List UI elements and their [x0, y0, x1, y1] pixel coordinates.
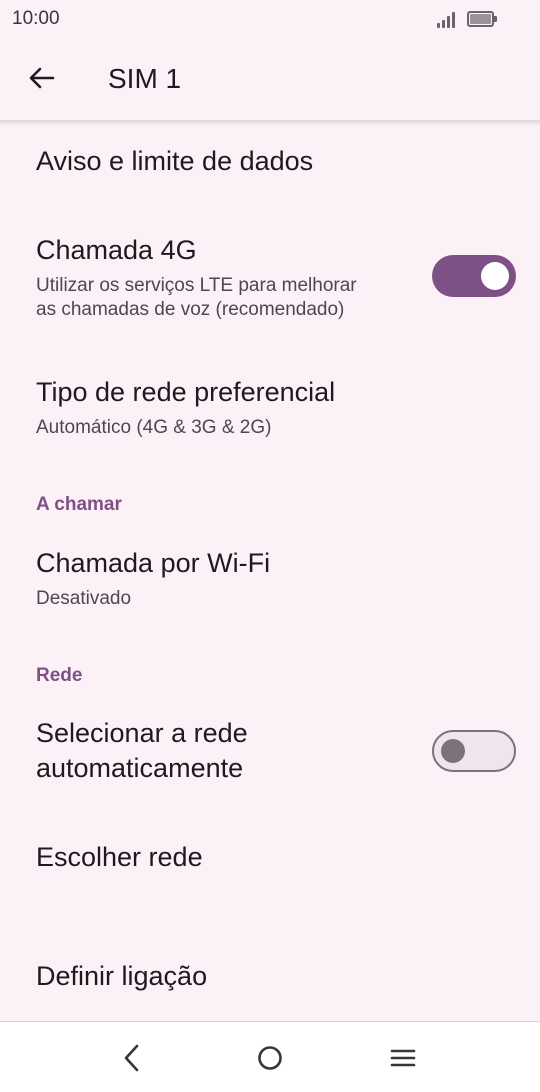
section-header-network: Rede: [36, 665, 83, 686]
signal-icon: [437, 12, 459, 28]
nav-home-icon[interactable]: [250, 1038, 290, 1078]
preferred-network-summary: Automático (4G & 3G & 2G): [36, 417, 272, 438]
call-4g-title: Chamada 4G: [36, 235, 197, 265]
nav-back-icon[interactable]: [112, 1038, 152, 1078]
page-title: SIM 1: [108, 63, 182, 94]
apn-title: Definir ligação: [36, 961, 208, 991]
toggle-knob: [441, 739, 465, 763]
auto-select-toggle[interactable]: [432, 730, 516, 772]
wifi-calling-item[interactable]: Chamada por Wi-Fi Desativado: [0, 526, 540, 636]
call-4g-summary-line2: as chamadas de voz (recomendado): [36, 299, 345, 320]
app-bar: SIM 1: [0, 38, 540, 120]
wifi-calling-summary: Desativado: [36, 588, 132, 609]
call-4g-summary-line1: Utilizar os serviços LTE para melhorar: [36, 275, 357, 296]
choose-network-item[interactable]: Escolher rede: [0, 815, 540, 905]
nav-bar: [0, 1021, 540, 1092]
auto-select-title-line1: Selecionar a rede: [36, 718, 248, 748]
status-time: 10:00: [12, 8, 60, 29]
nav-menu-icon[interactable]: [383, 1038, 423, 1078]
preferred-network-item[interactable]: Tipo de rede preferencial Automático (4G…: [0, 344, 540, 464]
battery-icon: [467, 11, 497, 27]
toggle-knob: [481, 262, 509, 290]
auto-select-network-item[interactable]: Selecionar a rede automaticamente: [0, 700, 540, 810]
status-bar: 10:00: [0, 0, 540, 38]
preferred-network-title: Tipo de rede preferencial: [36, 377, 336, 407]
apn-item[interactable]: Definir ligação: [0, 935, 540, 1021]
section-header-calling: A chamar: [36, 494, 122, 515]
wifi-calling-title: Chamada por Wi-Fi: [36, 548, 271, 578]
screen: 10:00 SIM 1 Aviso e limite de dados Cham…: [0, 0, 540, 1092]
back-arrow-icon[interactable]: [26, 62, 58, 94]
call-4g-toggle[interactable]: [432, 255, 516, 297]
data-warning-item[interactable]: Aviso e limite de dados: [0, 126, 540, 208]
call-4g-item[interactable]: Chamada 4G Utilizar os serviços LTE para…: [0, 208, 540, 344]
auto-select-title-line2: automaticamente: [36, 753, 244, 783]
data-warning-title: Aviso e limite de dados: [36, 146, 314, 176]
choose-network-title: Escolher rede: [36, 842, 203, 872]
